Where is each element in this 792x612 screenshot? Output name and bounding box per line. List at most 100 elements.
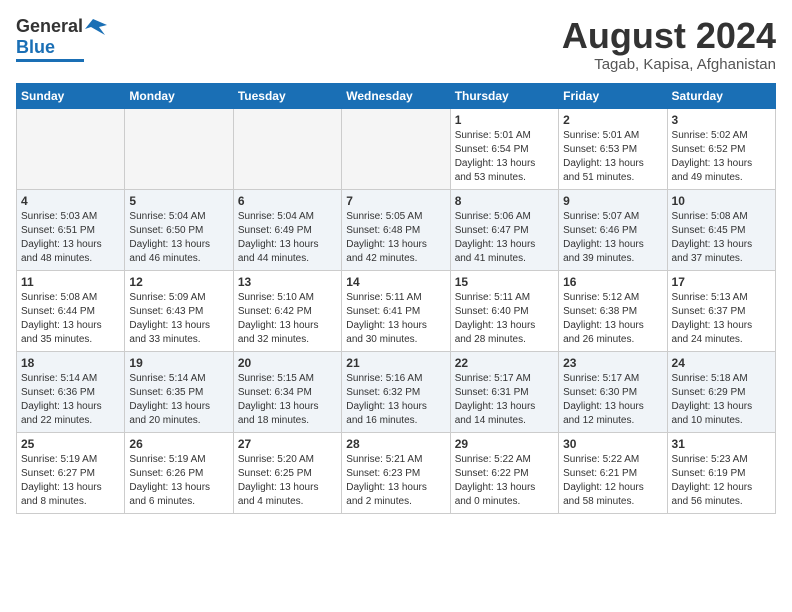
calendar-row-3: 11 Sunrise: 5:08 AM Sunset: 6:44 PM Dayli… <box>17 270 776 351</box>
page-header: General Blue August 2024 Tagab, Kapisa, … <box>16 16 776 73</box>
weekday-header-saturday: Saturday <box>667 83 775 108</box>
calendar-cell: 3 Sunrise: 5:02 AM Sunset: 6:52 PM Daylig… <box>667 108 775 189</box>
day-detail: Sunrise: 5:03 AM Sunset: 6:51 PM Dayligh… <box>21 210 120 266</box>
weekday-header-sunday: Sunday <box>17 83 125 108</box>
calendar-cell: 7 Sunrise: 5:05 AM Sunset: 6:48 PM Daylig… <box>342 189 450 270</box>
day-detail: Sunrise: 5:01 AM Sunset: 6:54 PM Dayligh… <box>455 129 554 185</box>
calendar-row-1: 1Sunrise: 5:01 AM Sunset: 6:54 PM Daylig… <box>17 108 776 189</box>
day-number: 5 <box>129 194 228 208</box>
calendar-cell: 12Sunrise: 5:09 AM Sunset: 6:43 PM Dayli… <box>125 270 233 351</box>
day-detail: Sunrise: 5:14 AM Sunset: 6:35 PM Dayligh… <box>129 372 228 428</box>
day-number: 30 <box>563 437 662 451</box>
day-detail: Sunrise: 5:08 AM Sunset: 6:44 PM Dayligh… <box>21 291 120 347</box>
calendar-cell: 31 Sunrise: 5:23 AM Sunset: 6:19 PM Dayli… <box>667 432 775 513</box>
calendar-row-4: 18 Sunrise: 5:14 AM Sunset: 6:36 PM Dayli… <box>17 351 776 432</box>
calendar-cell: 9Sunrise: 5:07 AM Sunset: 6:46 PM Daylig… <box>559 189 667 270</box>
calendar-cell: 4 Sunrise: 5:03 AM Sunset: 6:51 PM Daylig… <box>17 189 125 270</box>
calendar-cell: 17 Sunrise: 5:13 AM Sunset: 6:37 PM Dayli… <box>667 270 775 351</box>
calendar-cell: 18 Sunrise: 5:14 AM Sunset: 6:36 PM Dayli… <box>17 351 125 432</box>
logo: General Blue <box>16 16 107 62</box>
weekday-header-tuesday: Tuesday <box>233 83 341 108</box>
calendar-cell: 29 Sunrise: 5:22 AM Sunset: 6:22 PM Dayli… <box>450 432 558 513</box>
logo-blue-text: Blue <box>16 37 55 58</box>
day-number: 28 <box>346 437 445 451</box>
calendar-cell: 19 Sunrise: 5:14 AM Sunset: 6:35 PM Dayli… <box>125 351 233 432</box>
calendar-cell: 27 Sunrise: 5:20 AM Sunset: 6:25 PM Dayli… <box>233 432 341 513</box>
day-detail: Sunrise: 5:10 AM Sunset: 6:42 PM Dayligh… <box>238 291 337 347</box>
day-number: 18 <box>21 356 120 370</box>
title-area: August 2024 Tagab, Kapisa, Afghanistan <box>562 16 776 73</box>
calendar-row-5: 25Sunrise: 5:19 AM Sunset: 6:27 PM Dayli… <box>17 432 776 513</box>
calendar-cell: 1Sunrise: 5:01 AM Sunset: 6:54 PM Daylig… <box>450 108 558 189</box>
logo-bird-icon <box>85 17 107 37</box>
day-number: 3 <box>672 113 771 127</box>
calendar-cell: 5Sunrise: 5:04 AM Sunset: 6:50 PM Daylig… <box>125 189 233 270</box>
day-detail: Sunrise: 5:19 AM Sunset: 6:26 PM Dayligh… <box>129 453 228 509</box>
calendar-cell: 16 Sunrise: 5:12 AM Sunset: 6:38 PM Dayli… <box>559 270 667 351</box>
calendar-cell: 21Sunrise: 5:16 AM Sunset: 6:32 PM Dayli… <box>342 351 450 432</box>
logo-general-text: General <box>16 16 83 37</box>
calendar-cell: 8Sunrise: 5:06 AM Sunset: 6:47 PM Daylig… <box>450 189 558 270</box>
calendar-cell <box>125 108 233 189</box>
day-detail: Sunrise: 5:01 AM Sunset: 6:53 PM Dayligh… <box>563 129 662 185</box>
day-detail: Sunrise: 5:20 AM Sunset: 6:25 PM Dayligh… <box>238 453 337 509</box>
day-number: 26 <box>129 437 228 451</box>
day-detail: Sunrise: 5:22 AM Sunset: 6:21 PM Dayligh… <box>563 453 662 509</box>
day-detail: Sunrise: 5:11 AM Sunset: 6:40 PM Dayligh… <box>455 291 554 347</box>
calendar-cell <box>233 108 341 189</box>
day-detail: Sunrise: 5:13 AM Sunset: 6:37 PM Dayligh… <box>672 291 771 347</box>
calendar-cell: 11 Sunrise: 5:08 AM Sunset: 6:44 PM Dayli… <box>17 270 125 351</box>
month-title: August 2024 <box>562 16 776 56</box>
day-number: 9 <box>563 194 662 208</box>
day-detail: Sunrise: 5:14 AM Sunset: 6:36 PM Dayligh… <box>21 372 120 428</box>
day-detail: Sunrise: 5:15 AM Sunset: 6:34 PM Dayligh… <box>238 372 337 428</box>
day-number: 22 <box>455 356 554 370</box>
day-number: 27 <box>238 437 337 451</box>
day-detail: Sunrise: 5:22 AM Sunset: 6:22 PM Dayligh… <box>455 453 554 509</box>
day-number: 13 <box>238 275 337 289</box>
day-detail: Sunrise: 5:23 AM Sunset: 6:19 PM Dayligh… <box>672 453 771 509</box>
calendar-cell: 2 Sunrise: 5:01 AM Sunset: 6:53 PM Daylig… <box>559 108 667 189</box>
calendar-cell: 15 Sunrise: 5:11 AM Sunset: 6:40 PM Dayli… <box>450 270 558 351</box>
day-detail: Sunrise: 5:12 AM Sunset: 6:38 PM Dayligh… <box>563 291 662 347</box>
calendar-cell: 24Sunrise: 5:18 AM Sunset: 6:29 PM Dayli… <box>667 351 775 432</box>
day-number: 29 <box>455 437 554 451</box>
calendar-cell: 10 Sunrise: 5:08 AM Sunset: 6:45 PM Dayli… <box>667 189 775 270</box>
day-number: 10 <box>672 194 771 208</box>
day-number: 15 <box>455 275 554 289</box>
day-detail: Sunrise: 5:19 AM Sunset: 6:27 PM Dayligh… <box>21 453 120 509</box>
calendar-cell <box>342 108 450 189</box>
day-number: 17 <box>672 275 771 289</box>
day-detail: Sunrise: 5:05 AM Sunset: 6:48 PM Dayligh… <box>346 210 445 266</box>
logo-divider <box>16 59 84 62</box>
day-number: 7 <box>346 194 445 208</box>
weekday-header-wednesday: Wednesday <box>342 83 450 108</box>
day-detail: Sunrise: 5:02 AM Sunset: 6:52 PM Dayligh… <box>672 129 771 185</box>
day-number: 16 <box>563 275 662 289</box>
calendar-cell: 13 Sunrise: 5:10 AM Sunset: 6:42 PM Dayli… <box>233 270 341 351</box>
calendar-cell: 28 Sunrise: 5:21 AM Sunset: 6:23 PM Dayli… <box>342 432 450 513</box>
day-detail: Sunrise: 5:08 AM Sunset: 6:45 PM Dayligh… <box>672 210 771 266</box>
day-detail: Sunrise: 5:04 AM Sunset: 6:49 PM Dayligh… <box>238 210 337 266</box>
calendar-cell: 26 Sunrise: 5:19 AM Sunset: 6:26 PM Dayli… <box>125 432 233 513</box>
location-text: Tagab, Kapisa, Afghanistan <box>562 56 776 73</box>
weekday-header-friday: Friday <box>559 83 667 108</box>
day-number: 11 <box>21 275 120 289</box>
day-detail: Sunrise: 5:17 AM Sunset: 6:30 PM Dayligh… <box>563 372 662 428</box>
calendar-cell: 6 Sunrise: 5:04 AM Sunset: 6:49 PM Daylig… <box>233 189 341 270</box>
day-number: 31 <box>672 437 771 451</box>
day-number: 12 <box>129 275 228 289</box>
day-number: 4 <box>21 194 120 208</box>
day-number: 6 <box>238 194 337 208</box>
day-number: 2 <box>563 113 662 127</box>
calendar-table: SundayMondayTuesdayWednesdayThursdayFrid… <box>16 83 776 514</box>
weekday-header-row: SundayMondayTuesdayWednesdayThursdayFrid… <box>17 83 776 108</box>
day-number: 21 <box>346 356 445 370</box>
calendar-cell: 20Sunrise: 5:15 AM Sunset: 6:34 PM Dayli… <box>233 351 341 432</box>
day-number: 19 <box>129 356 228 370</box>
calendar-cell: 22Sunrise: 5:17 AM Sunset: 6:31 PM Dayli… <box>450 351 558 432</box>
day-number: 24 <box>672 356 771 370</box>
day-detail: Sunrise: 5:21 AM Sunset: 6:23 PM Dayligh… <box>346 453 445 509</box>
calendar-cell: 25Sunrise: 5:19 AM Sunset: 6:27 PM Dayli… <box>17 432 125 513</box>
calendar-cell: 23Sunrise: 5:17 AM Sunset: 6:30 PM Dayli… <box>559 351 667 432</box>
